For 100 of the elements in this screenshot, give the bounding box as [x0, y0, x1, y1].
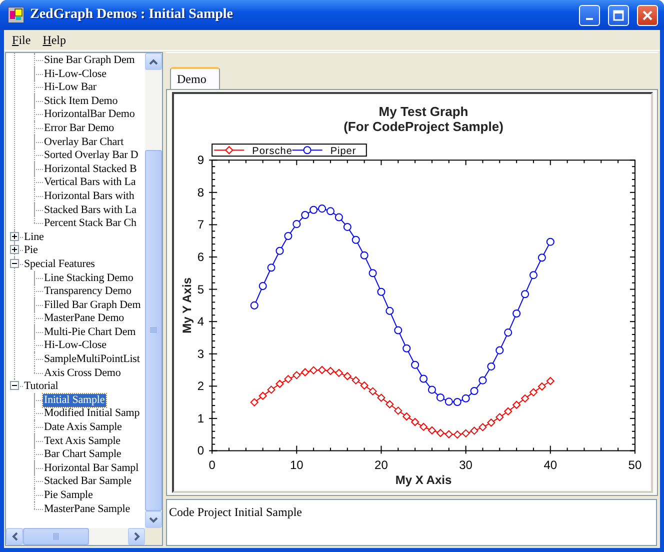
tree-item[interactable]: Filled Bar Graph Dem	[43, 298, 142, 312]
plus-box-icon[interactable]	[10, 232, 19, 241]
tree-item[interactable]: Pie	[23, 244, 39, 258]
tree-item[interactable]: MasterPane Demo	[43, 312, 126, 326]
tree-item[interactable]: Initial Sample	[43, 394, 106, 407]
point	[318, 366, 326, 374]
tree-item[interactable]: Special Features	[23, 258, 96, 271]
x-tick-label: 40	[544, 458, 558, 472]
point	[478, 376, 487, 384]
tree-item[interactable]: Vertical Bars with La	[43, 176, 137, 190]
tree-item[interactable]: Error Bar Demo	[43, 122, 116, 135]
maximize-button[interactable]	[608, 4, 629, 26]
point	[428, 386, 436, 394]
tree-item[interactable]: Tutorial	[23, 380, 60, 394]
point	[352, 376, 360, 384]
tree-item[interactable]: Line Stacking Demo	[43, 272, 134, 284]
minus-box-icon[interactable]	[10, 381, 19, 390]
tree-item[interactable]: Line	[23, 230, 45, 244]
point	[352, 236, 360, 244]
plus-box-icon[interactable]	[10, 245, 19, 254]
tree-item[interactable]: Hi-Low-Close	[43, 68, 108, 81]
tree-item[interactable]: Text Axis Sample	[43, 434, 122, 448]
tree-item[interactable]: Sine Bar Graph Dem	[43, 54, 136, 67]
chart-title: (For CodeProject Sample)	[344, 119, 504, 134]
scrollbar-thumb[interactable]	[145, 150, 162, 511]
point	[276, 380, 284, 388]
point	[444, 398, 453, 406]
point	[360, 251, 368, 260]
tree-item[interactable]: Hi-Low-Close	[43, 339, 108, 352]
y-tick-label: 9	[197, 153, 204, 168]
tree-item[interactable]: Bar Chart Sample	[43, 448, 122, 462]
point	[538, 254, 546, 262]
scroll-up-button[interactable]	[145, 53, 162, 70]
point	[496, 413, 504, 422]
tree-item[interactable]: Stacked Bar Sample	[43, 475, 132, 488]
tree-item[interactable]: Hi-Low Bar	[43, 81, 98, 94]
point	[512, 310, 521, 318]
scroll-right-button[interactable]	[128, 528, 145, 545]
scroll-down-button[interactable]	[145, 511, 162, 528]
grip-icon	[150, 327, 157, 334]
tree-item[interactable]: Percent Stack Bar Ch	[43, 217, 138, 230]
point	[250, 301, 258, 310]
close-icon	[642, 10, 653, 20]
close-button[interactable]	[637, 4, 658, 26]
tab[interactable]: Demo	[170, 67, 220, 89]
point	[368, 269, 377, 278]
tree-item[interactable]: Multi-Pie Chart Dem	[43, 326, 137, 339]
scroll-left-button[interactable]	[6, 528, 23, 545]
tree-item[interactable]: Stacked Bars with La	[43, 204, 138, 217]
menu-item[interactable]: File	[6, 32, 37, 48]
tree-item[interactable]: Sorted Overlay Bar D	[43, 149, 140, 162]
window-title: ZedGraph Demos : Initial Sample	[30, 7, 234, 23]
tree-item[interactable]: Stick Item Demo	[43, 94, 119, 108]
description-field[interactable]: Code Project Initial Sample	[166, 498, 657, 546]
point	[310, 206, 318, 214]
x-tick-label: 0	[208, 458, 216, 472]
menu-item[interactable]: Help	[36, 32, 72, 48]
chevron-down-icon	[149, 516, 158, 522]
point	[444, 430, 453, 438]
y-tick-label: 1	[197, 411, 204, 426]
point	[428, 426, 436, 434]
y-tick-label: 6	[197, 250, 204, 264]
scrollbar-thumb[interactable]	[23, 528, 89, 545]
y-tick-label: 7	[197, 218, 204, 232]
y-tick-label: 8	[197, 185, 204, 200]
point	[276, 246, 284, 255]
point	[462, 429, 470, 438]
point	[334, 368, 343, 377]
minimize-button[interactable]	[579, 4, 600, 26]
tree-item[interactable]: Axis Cross Demo	[43, 366, 122, 380]
point	[411, 418, 420, 426]
point	[420, 374, 428, 383]
point	[521, 290, 530, 298]
point	[462, 394, 470, 402]
y-tick-label: 0	[197, 444, 204, 458]
minus-box-icon[interactable]	[10, 258, 19, 268]
point	[250, 398, 258, 406]
tree-item[interactable]: MasterPane Sample	[43, 502, 131, 516]
tree-item[interactable]: Pie Sample	[43, 489, 94, 502]
point	[326, 207, 334, 216]
minimize-icon	[586, 18, 593, 20]
tree-item[interactable]: Transparency Demo	[43, 285, 132, 298]
point	[377, 394, 386, 402]
point	[420, 422, 428, 431]
tree-item[interactable]: HorizontalBar Demo	[43, 108, 136, 122]
tree-item[interactable]: Horizontal Bars with	[43, 190, 136, 203]
point	[487, 418, 496, 427]
tree-item[interactable]: Modified Initial Samp	[43, 407, 141, 420]
tree-item[interactable]: Date Axis Sample	[43, 421, 123, 434]
tree-item[interactable]: SampleMultiPointList	[43, 353, 141, 366]
point	[292, 220, 301, 228]
tree-item[interactable]: Overlay Bar Chart	[43, 136, 125, 149]
point	[284, 232, 292, 240]
tree-item[interactable]: Horizontal Stacked B	[43, 162, 138, 176]
chevron-right-icon	[134, 532, 140, 541]
tree-item[interactable]: Horizontal Bar Sampl	[43, 462, 140, 475]
y-tick-label: 2	[197, 379, 204, 394]
y-tick-label: 5	[197, 282, 204, 296]
x-tick-label: 50	[628, 458, 642, 472]
point	[496, 346, 504, 354]
